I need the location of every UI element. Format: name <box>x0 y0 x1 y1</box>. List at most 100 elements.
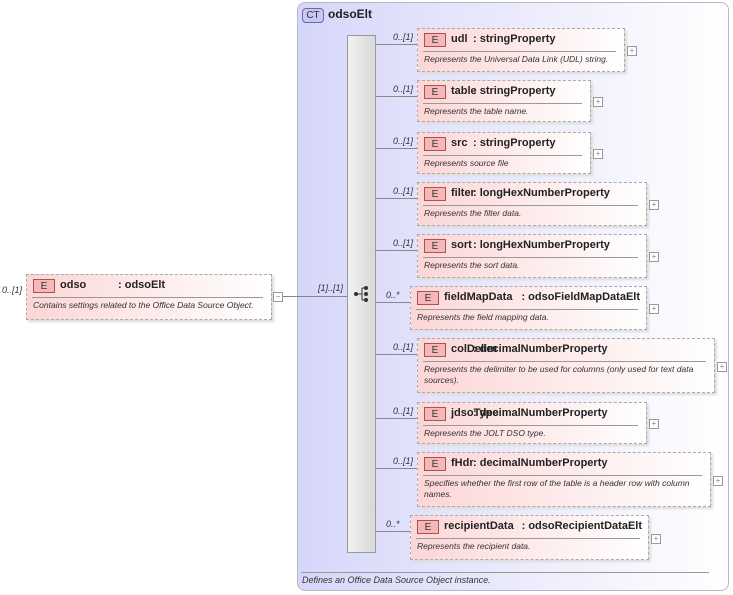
element-type: : decimalNumberProperty <box>473 457 608 469</box>
element-type: : longHexNumberProperty <box>473 239 610 251</box>
expand-toggle[interactable]: + <box>627 46 637 56</box>
divider <box>32 297 263 298</box>
connector <box>376 148 417 149</box>
connector <box>376 418 417 419</box>
element-name: fHdr <box>451 457 474 469</box>
element-type: : decimalNumberProperty <box>473 343 608 355</box>
expand-toggle[interactable]: + <box>717 361 727 372</box>
element-cardinality: 0..* <box>386 290 400 300</box>
complex-type-description: Defines an Office Data Source Object ins… <box>302 575 491 585</box>
element-box[interactable]: E udl : stringProperty Represents the Un… <box>417 28 625 72</box>
element-cardinality: 0..[1] <box>393 406 414 416</box>
element-cardinality: 0..[1] <box>393 136 414 146</box>
connector <box>376 96 417 97</box>
element-description: Represents the table name. <box>424 106 529 116</box>
element-badge: E <box>424 85 446 99</box>
root-cardinality: 0..[1] <box>2 285 23 295</box>
expand-toggle[interactable]: + <box>649 419 659 429</box>
expand-toggle[interactable]: + <box>593 149 603 159</box>
expand-toggle[interactable]: + <box>651 533 661 544</box>
element-cardinality: 0..[1] <box>393 238 414 248</box>
expand-toggle[interactable]: + <box>713 475 723 486</box>
element-cardinality: 0..[1] <box>393 84 414 94</box>
root-element-odso[interactable]: E odso : odsoElt Contains settings relat… <box>26 274 272 320</box>
element-name: odso <box>60 279 87 291</box>
element-box[interactable]: E recipientData : odsoRecipientDataElt R… <box>410 515 649 560</box>
element-type: : decimalNumberProperty <box>473 407 608 419</box>
element-description: Specifies whether the first row of the t… <box>424 478 690 499</box>
element-box[interactable]: E table : stringProperty Represents the … <box>417 80 591 122</box>
element-type: : odsoRecipientDataElt <box>521 520 642 532</box>
expand-toggle[interactable]: + <box>649 200 659 210</box>
collapse-toggle[interactable]: − <box>273 292 283 302</box>
element-type: : stringProperty <box>473 85 556 97</box>
connector <box>376 250 417 251</box>
sequence-cardinality: [1]..[1] <box>318 283 344 293</box>
element-badge: E <box>424 407 446 421</box>
expand-toggle[interactable]: + <box>593 97 603 107</box>
divider <box>423 475 702 476</box>
element-name: filter <box>451 187 475 199</box>
element-badge: E <box>417 291 439 305</box>
connector <box>376 468 417 469</box>
element-description: Represents the recipient data. <box>417 541 531 551</box>
element-badge: E <box>424 239 446 253</box>
divider <box>423 425 638 426</box>
element-box[interactable]: E sort : longHexNumberProperty Represent… <box>417 234 647 278</box>
element-box[interactable]: E jdsoType : decimalNumberProperty Repre… <box>417 402 647 444</box>
connector <box>376 44 417 45</box>
connector <box>376 354 417 355</box>
element-description: Represents the sort data. <box>424 260 520 270</box>
complex-type-badge: CT <box>302 8 324 23</box>
element-type: : stringProperty <box>473 33 556 45</box>
element-badge: E <box>417 520 439 534</box>
element-type: : odsoElt <box>118 279 166 291</box>
expand-toggle[interactable]: + <box>649 252 659 262</box>
divider <box>423 257 638 258</box>
element-badge: E <box>424 457 446 471</box>
element-badge: E <box>424 343 446 357</box>
element-box[interactable]: E colDelim : decimalNumberProperty Repre… <box>417 338 715 393</box>
connector <box>376 302 410 303</box>
element-description: Represents the JOLT DSO type. <box>424 428 546 438</box>
connector <box>297 296 347 297</box>
divider <box>423 205 638 206</box>
divider <box>423 361 706 362</box>
element-name: src <box>451 137 468 149</box>
expand-toggle[interactable]: + <box>649 304 659 314</box>
complex-type-name: odsoElt <box>328 7 372 21</box>
element-name: recipientData <box>444 520 514 532</box>
element-description: Represents the filter data. <box>424 208 522 218</box>
element-badge: E <box>424 137 446 151</box>
element-type: : longHexNumberProperty <box>473 187 610 199</box>
sequence-icon <box>354 286 368 302</box>
connector <box>376 531 410 532</box>
element-name: sort <box>451 239 472 251</box>
element-cardinality: 0..[1] <box>393 186 414 196</box>
element-description: Represents the Universal Data Link (UDL)… <box>424 54 609 64</box>
element-name: fieldMapData <box>444 291 513 303</box>
divider <box>423 103 582 104</box>
element-description: Represents the field mapping data. <box>417 312 549 322</box>
element-description: Contains settings related to the Office … <box>33 300 254 310</box>
element-description: Represents the delimiter to be used for … <box>424 364 694 385</box>
element-box[interactable]: E src : stringProperty Represents source… <box>417 132 591 174</box>
element-cardinality: 0..[1] <box>393 456 414 466</box>
element-box[interactable]: E filter : longHexNumberProperty Represe… <box>417 182 647 226</box>
divider <box>423 51 616 52</box>
element-badge: E <box>33 279 55 293</box>
divider <box>423 155 582 156</box>
element-description: Represents source file <box>424 158 509 168</box>
element-cardinality: 0..[1] <box>393 32 414 42</box>
element-type: : odsoFieldMapDataElt <box>521 291 640 303</box>
element-cardinality: 0..* <box>386 519 400 529</box>
element-box[interactable]: E fieldMapData : odsoFieldMapDataElt Rep… <box>410 286 647 330</box>
divider <box>416 309 638 310</box>
element-badge: E <box>424 187 446 201</box>
connector <box>376 198 417 199</box>
divider <box>416 538 640 539</box>
element-name: udl <box>451 33 468 45</box>
element-type: : stringProperty <box>473 137 556 149</box>
connector <box>283 296 297 297</box>
element-box[interactable]: E fHdr : decimalNumberProperty Specifies… <box>417 452 711 507</box>
